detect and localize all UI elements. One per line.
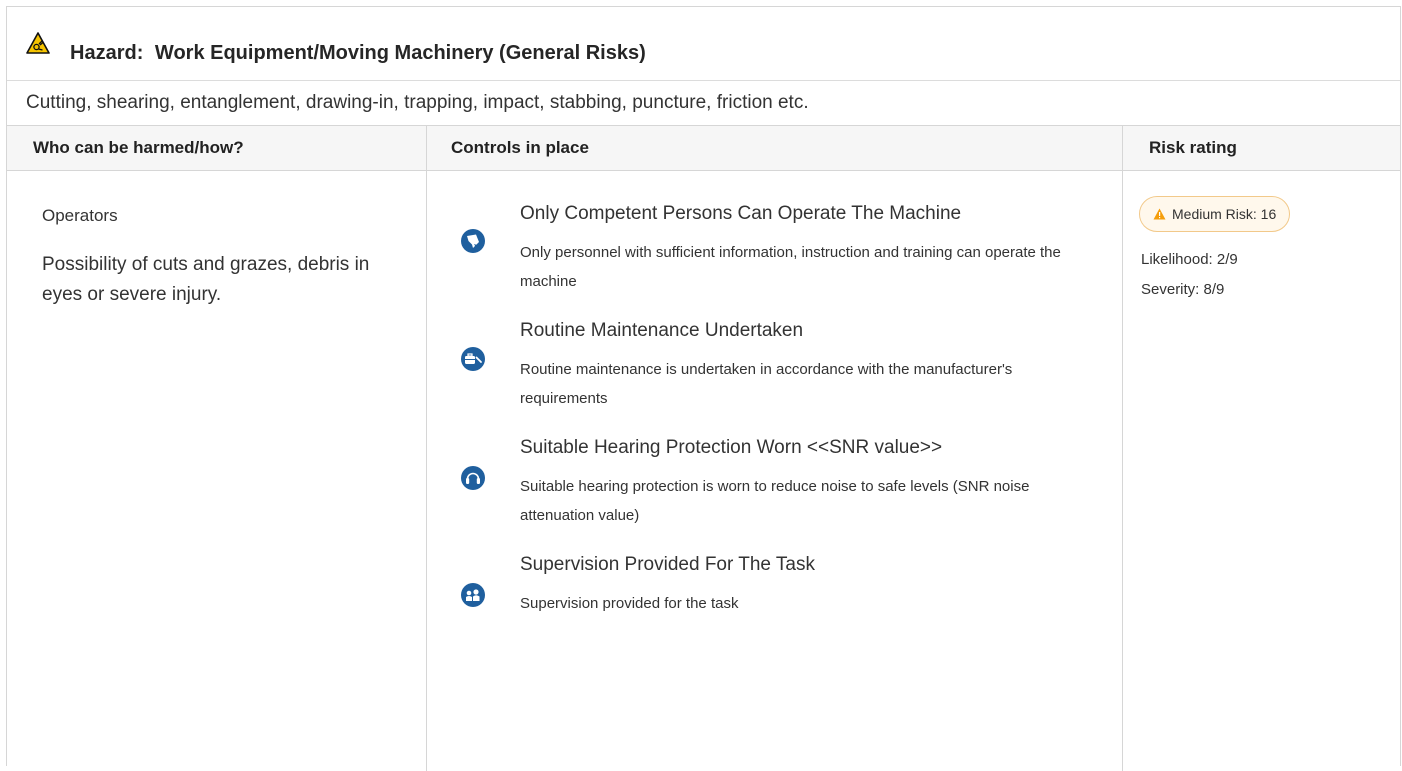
hazard-name: Work Equipment/Moving Machinery (General… (154, 42, 646, 64)
toolbox-icon (461, 347, 485, 371)
table-header: Who can be harmed/how? Controls in place… (7, 126, 1400, 171)
control-item: Suitable Hearing Protection Worn <<SNR v… (427, 437, 1122, 554)
warning-icon (1153, 208, 1166, 220)
controls-cell: Only Competent Persons Can Operate The M… (427, 171, 1123, 771)
who-description: Possibility of cuts and grazes, debris i… (42, 254, 370, 305)
who-cell: Operators Possibility of cuts and grazes… (7, 171, 427, 771)
control-title: Suitable Hearing Protection Worn <<SNR v… (520, 437, 943, 458)
hazard-description: Cutting, shearing, entanglement, drawing… (7, 81, 1400, 126)
control-title: Routine Maintenance Undertaken (520, 320, 804, 341)
who-title: Operators (42, 206, 118, 225)
risk-badge-label: Medium Risk: 16 (1172, 206, 1277, 222)
hazard-label: Hazard: (70, 42, 144, 64)
risk-assessment-card: Hazard: Work Equipment/Moving Machinery … (6, 6, 1401, 771)
ear-protection-icon (461, 466, 485, 490)
column-header-who: Who can be harmed/how? (7, 126, 427, 170)
control-description: Only personnel with sufficient informati… (520, 244, 1061, 290)
risk-details: Likelihood: 2/9 Severity: 8/9 (1141, 245, 1400, 305)
certificate-icon (461, 229, 485, 253)
risk-badge: Medium Risk: 16 (1139, 196, 1291, 232)
hazard-header: Hazard: Work Equipment/Moving Machinery … (7, 7, 1400, 81)
control-item: Only Competent Persons Can Operate The M… (427, 203, 1122, 320)
control-item: Supervision Provided For The Task Superv… (427, 554, 1122, 671)
column-header-controls: Controls in place (427, 126, 1123, 170)
control-title: Supervision Provided For The Task (520, 554, 816, 575)
hazard-title: Hazard: Work Equipment/Moving Machinery … (70, 42, 646, 65)
severity-value: Severity: 8/9 (1141, 281, 1225, 298)
likelihood-value: Likelihood: 2/9 (1141, 251, 1238, 268)
control-description: Suitable hearing protection is worn to r… (520, 478, 1030, 524)
control-description: Supervision provided for the task (520, 595, 739, 612)
supervision-icon (461, 583, 485, 607)
column-header-risk: Risk rating (1149, 138, 1237, 157)
control-title: Only Competent Persons Can Operate The M… (520, 203, 962, 224)
table-body: Operators Possibility of cuts and grazes… (7, 171, 1400, 771)
risk-cell: Medium Risk: 16 Likelihood: 2/9 Severity… (1123, 171, 1400, 771)
control-description: Routine maintenance is undertaken in acc… (520, 361, 1013, 407)
machinery-hazard-icon (26, 32, 50, 54)
control-item: Routine Maintenance Undertaken Routine m… (427, 320, 1122, 437)
